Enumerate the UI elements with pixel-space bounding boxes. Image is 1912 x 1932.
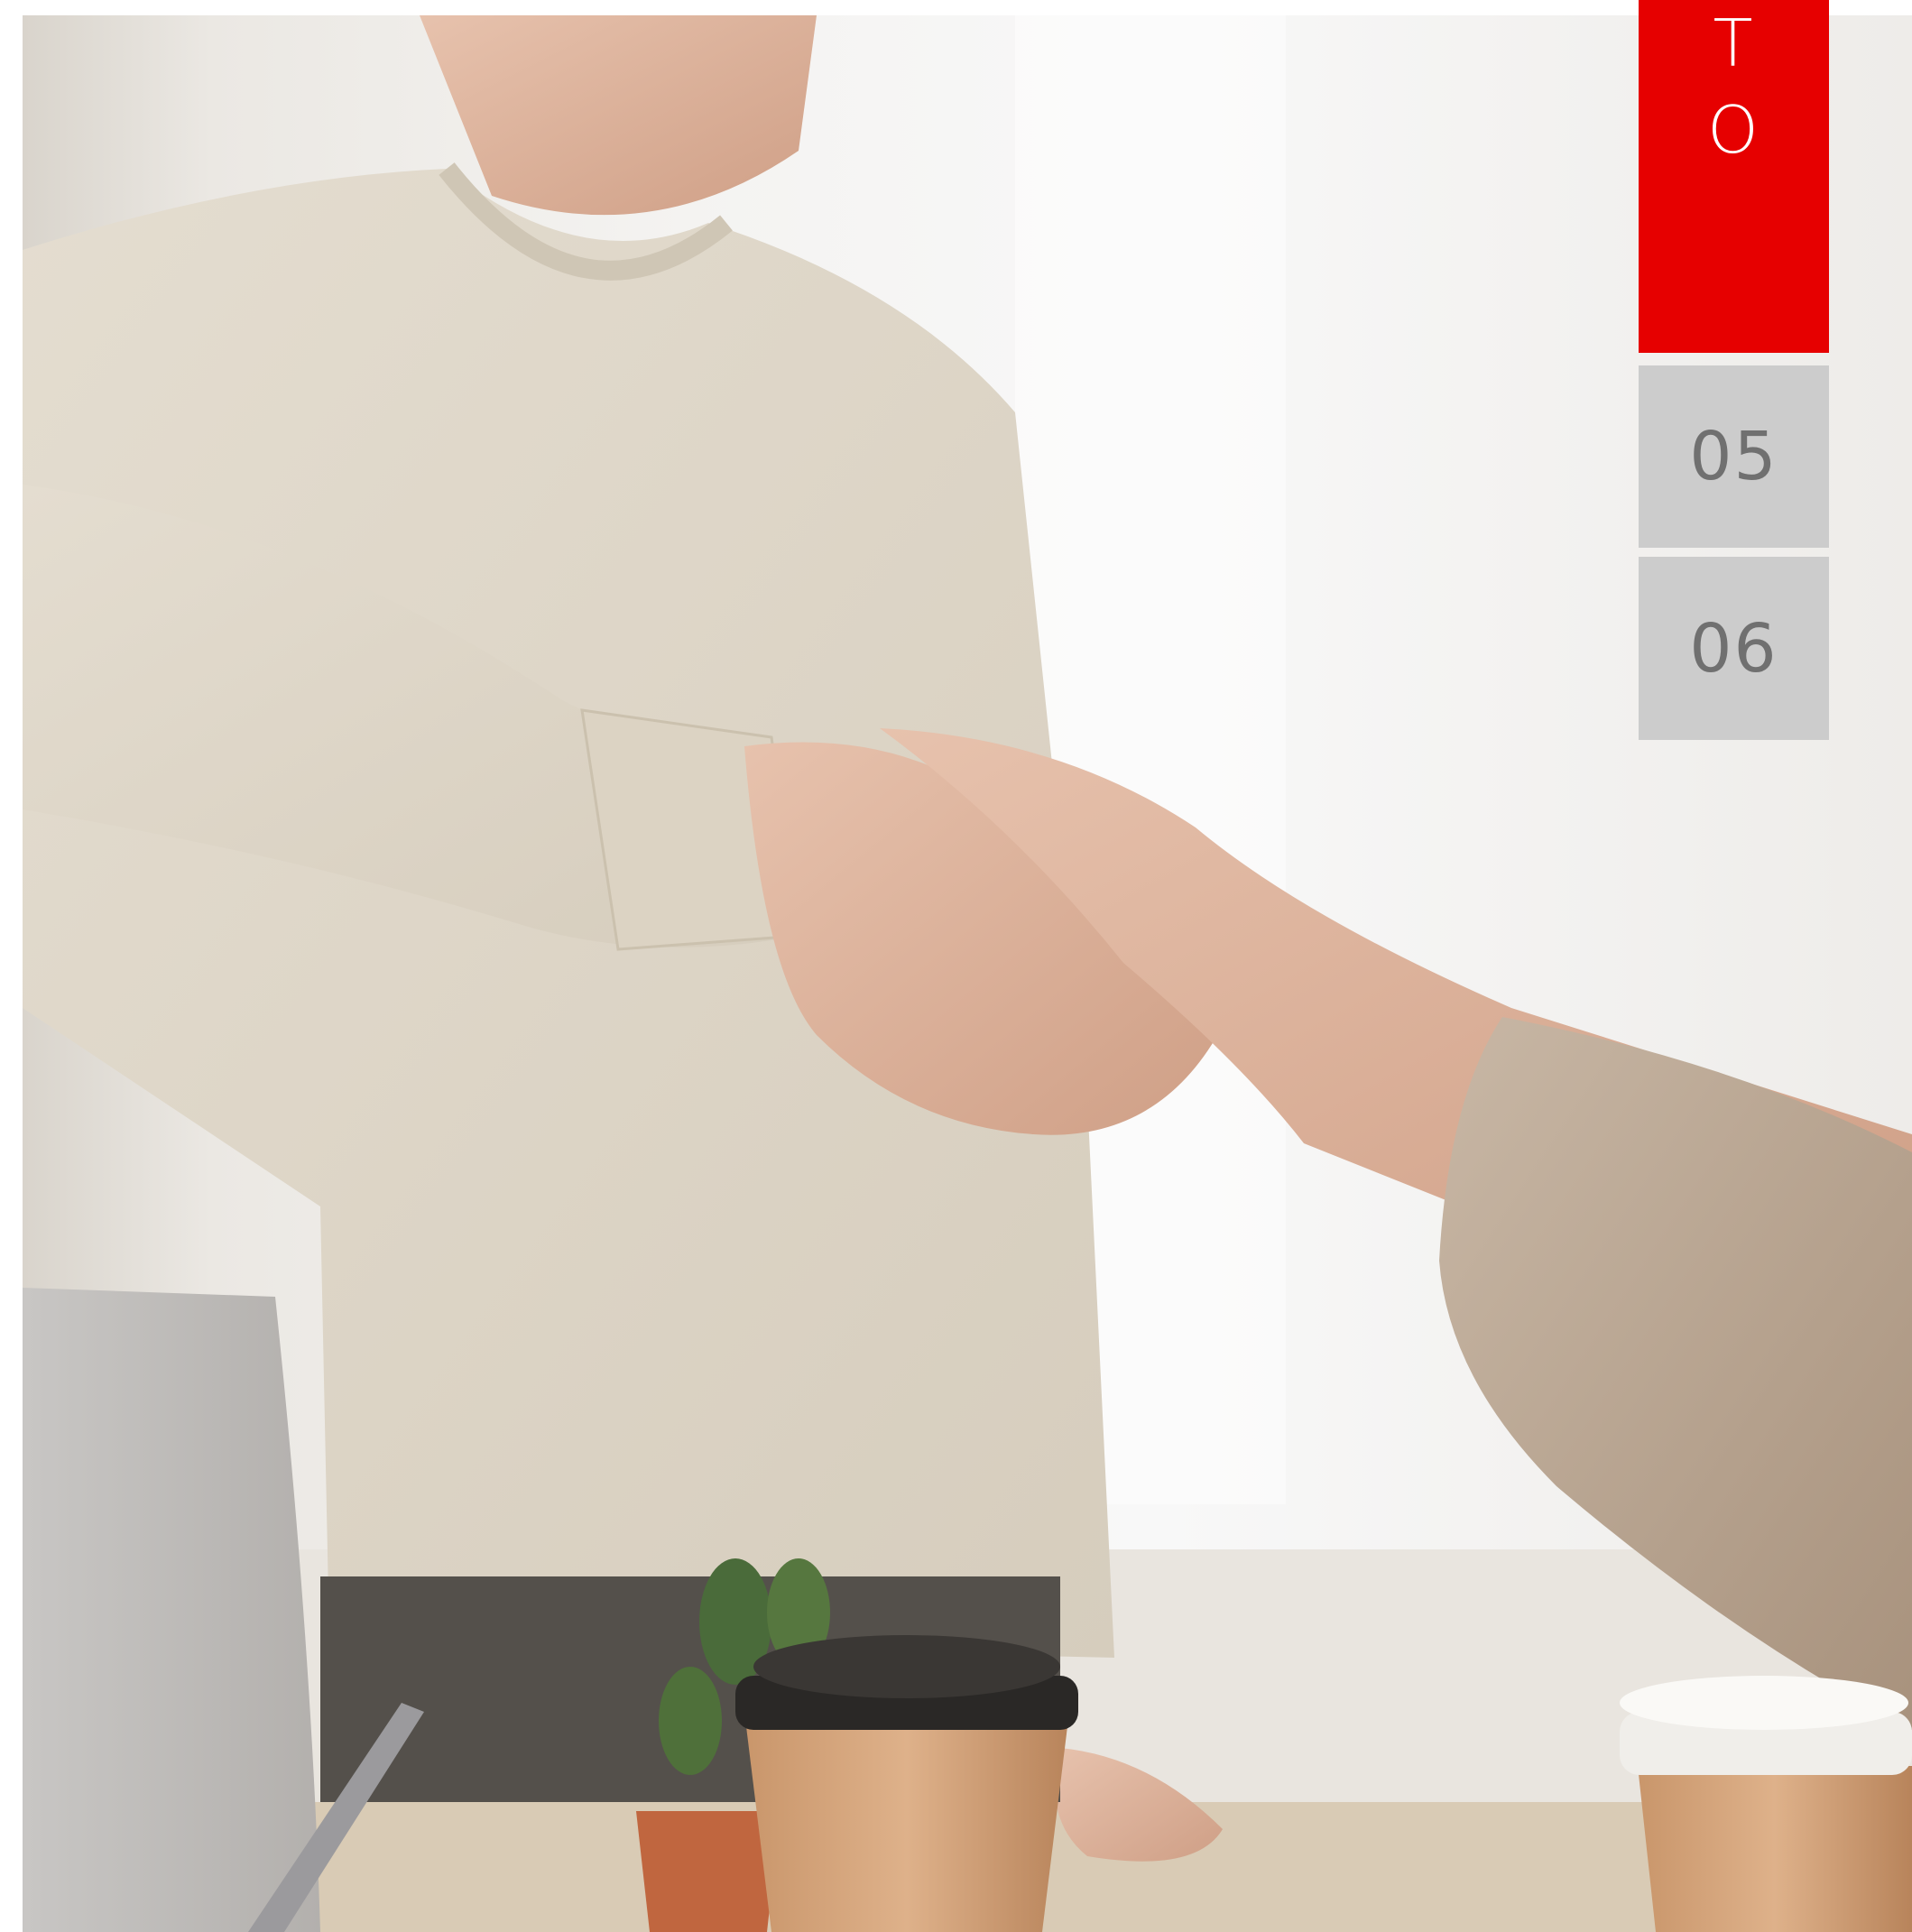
hero-photo [23, 15, 1912, 1932]
tab-active[interactable]: T O [1639, 0, 1829, 353]
handshake-photo-illustration [23, 15, 1912, 1932]
tab-active-letter-1: T [1713, 5, 1755, 81]
tab-06[interactable]: 06 [1639, 557, 1829, 740]
tab-active-letter-2: O [1707, 92, 1760, 168]
tab-06-label: 06 [1689, 609, 1778, 688]
tab-05-label: 05 [1689, 418, 1778, 495]
tab-05[interactable]: 05 [1639, 365, 1829, 548]
